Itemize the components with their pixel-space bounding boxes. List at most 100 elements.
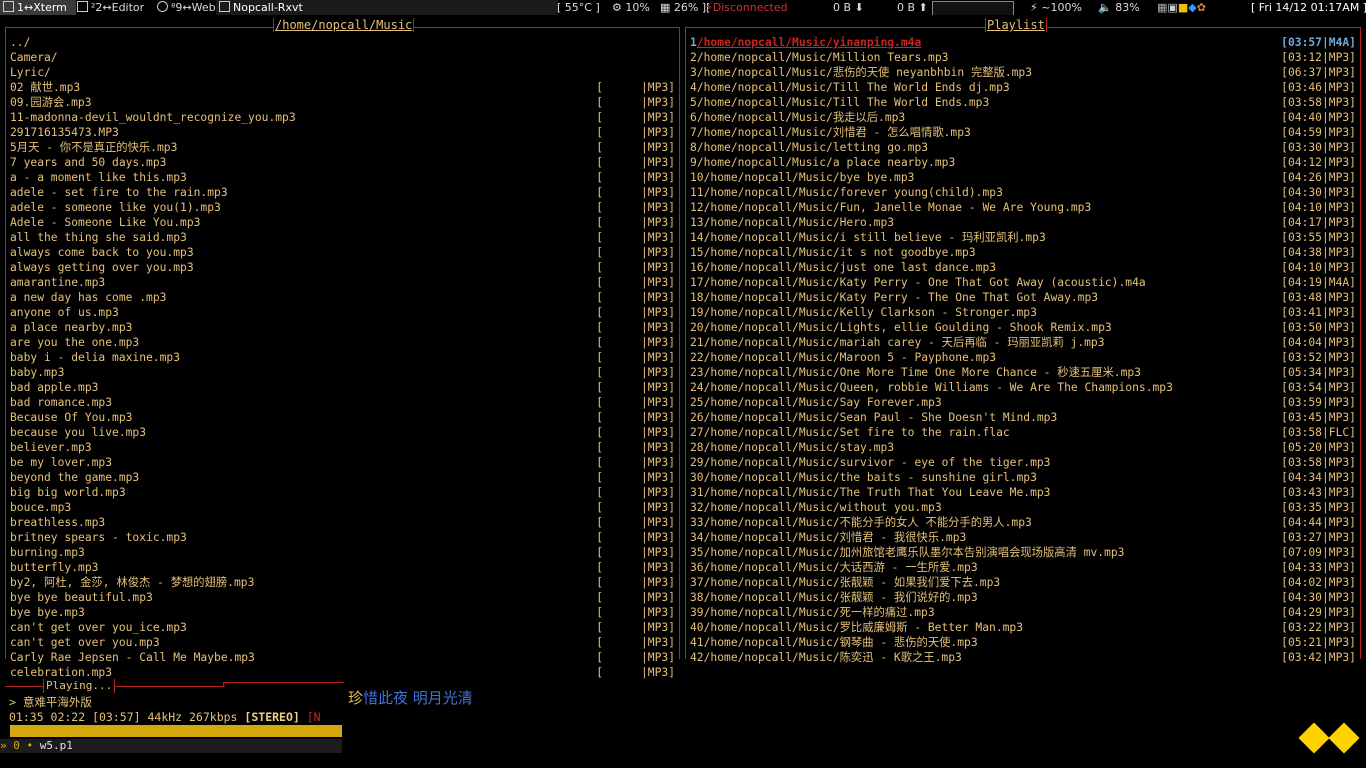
playlist-item[interactable]: 38 /home/nopcall/Music/张靓颖 - 我们说好的.mp3 [0… [690, 590, 1356, 605]
file-item[interactable]: adele - set fire to the rain.mp3 [|MP3] [10, 185, 675, 200]
file-item[interactable]: anyone of us.mp3 [|MP3] [10, 305, 675, 320]
file-item[interactable]: bye bye.mp3 [|MP3] [10, 605, 675, 620]
dir-item[interactable]: Lyric/ [10, 65, 675, 80]
file-item[interactable]: bad apple.mp3 [|MP3] [10, 380, 675, 395]
playlist-item[interactable]: 15 /home/nopcall/Music/it s not goodbye.… [690, 245, 1356, 260]
playlist-item[interactable]: 36 /home/nopcall/Music/大话西游 - 一生所爱.mp3 [0… [690, 560, 1356, 575]
file-item[interactable]: amarantine.mp3 [|MP3] [10, 275, 675, 290]
file-item[interactable]: can't get over you.mp3 [|MP3] [10, 635, 675, 650]
file-item[interactable]: bouce.mp3 [|MP3] [10, 500, 675, 515]
file-item[interactable]: 7 years and 50 days.mp3 [|MP3] [10, 155, 675, 170]
playlist-item[interactable]: 1 /home/nopcall/Music/yinanping.m4a [03:5… [690, 35, 1356, 50]
file-item[interactable]: 02 献世.mp3 [|MP3] [10, 80, 675, 95]
file-name: Carly Rae Jepsen - Call Me Maybe.mp3 [10, 651, 255, 664]
playlist-item[interactable]: 25 /home/nopcall/Music/Say Forever.mp3 [0… [690, 395, 1356, 410]
file-item[interactable]: believer.mp3 [|MP3] [10, 440, 675, 455]
file-item[interactable]: breathless.mp3 [|MP3] [10, 515, 675, 530]
tag-editor[interactable]: ²2↔Editor [74, 0, 156, 15]
playlist-item[interactable]: 29 /home/nopcall/Music/survivor - eye of… [690, 455, 1356, 470]
playlist-item[interactable]: 32 /home/nopcall/Music/without you.mp3 [0… [690, 500, 1356, 515]
file-name: all the thing she said.mp3 [10, 231, 187, 244]
file-name: by2, 阿杜, 金莎, 林俊杰 - 梦想的翅膀.mp3 [10, 576, 255, 589]
file-item[interactable]: a - a moment like this.mp3 [|MP3] [10, 170, 675, 185]
playlist-item[interactable]: 39 /home/nopcall/Music/死一样的痛过.mp3 [04:29|… [690, 605, 1356, 620]
file-item[interactable]: celebration.mp3 [|MP3] [10, 665, 675, 680]
playlist-item[interactable]: 28 /home/nopcall/Music/stay.mp3 [05:20|MP… [690, 440, 1356, 455]
playlist-item[interactable]: 40 /home/nopcall/Music/罗比威廉姆斯 - Better M… [690, 620, 1356, 635]
playlist-item[interactable]: 20 /home/nopcall/Music/Lights, ellie Gou… [690, 320, 1356, 335]
playlist-item[interactable]: 2 /home/nopcall/Music/Million Tears.mp3 [… [690, 50, 1356, 65]
playlist-item[interactable]: 23 /home/nopcall/Music/One More Time One… [690, 365, 1356, 380]
file-item[interactable]: 5月天 - 你不是真正的快乐.mp3 [|MP3] [10, 140, 675, 155]
tag-web[interactable]: ⁸9↔Web [154, 0, 218, 15]
file-item[interactable]: baby.mp3 [|MP3] [10, 365, 675, 380]
playlist-item[interactable]: 21 /home/nopcall/Music/mariah carey - 天后… [690, 335, 1356, 350]
volume[interactable]: 🔈 83% [1098, 0, 1140, 15]
file-item[interactable]: can't get over you_ice.mp3 [|MP3] [10, 620, 675, 635]
file-item[interactable]: always come back to you.mp3 [|MP3] [10, 245, 675, 260]
playlist-item[interactable]: 37 /home/nopcall/Music/张靓颖 - 如果我们爱下去.mp3… [690, 575, 1356, 590]
file-item[interactable]: bad romance.mp3 [|MP3] [10, 395, 675, 410]
track-number: 11 [690, 186, 704, 199]
tmux-window-name[interactable]: w5.p1 [40, 739, 73, 752]
file-item[interactable]: all the thing she said.mp3 [|MP3] [10, 230, 675, 245]
file-item[interactable]: by2, 阿杜, 金莎, 林俊杰 - 梦想的翅膀.mp3 [|MP3] [10, 575, 675, 590]
file-item[interactable]: bye bye beautiful.mp3 [|MP3] [10, 590, 675, 605]
playlist-item[interactable]: 5 /home/nopcall/Music/Till The World End… [690, 95, 1356, 110]
playlist-item[interactable]: 11 /home/nopcall/Music/forever young(chi… [690, 185, 1356, 200]
file-item[interactable]: 291716135473.MP3 [|MP3] [10, 125, 675, 140]
playlist-item[interactable]: 13 /home/nopcall/Music/Hero.mp3 [04:17|MP… [690, 215, 1356, 230]
file-item[interactable]: Carly Rae Jepsen - Call Me Maybe.mp3 [|MP… [10, 650, 675, 665]
file-item[interactable]: because you live.mp3 [|MP3] [10, 425, 675, 440]
file-item[interactable]: always getting over you.mp3 [|MP3] [10, 260, 675, 275]
playlist-item[interactable]: 31 /home/nopcall/Music/The Truth That Yo… [690, 485, 1356, 500]
playlist-item[interactable]: 9 /home/nopcall/Music/a place nearby.mp3… [690, 155, 1356, 170]
playlist-item[interactable]: 22 /home/nopcall/Music/Maroon 5 - Paypho… [690, 350, 1356, 365]
tag-xterm[interactable]: 1↔Xterm [0, 0, 76, 15]
window-title[interactable]: Nopcall-Rxvt [216, 0, 558, 15]
file-item[interactable]: be my lover.mp3 [|MP3] [10, 455, 675, 470]
playlist-item[interactable]: 42 /home/nopcall/Music/陈奕迅 - K歌之王.mp3 [03… [690, 650, 1356, 665]
playlist-item[interactable]: 19 /home/nopcall/Music/Kelly Clarkson - … [690, 305, 1356, 320]
playlist-item[interactable]: 33 /home/nopcall/Music/不能分手的女人 不能分手的男人.m… [690, 515, 1356, 530]
playlist-item[interactable]: 14 /home/nopcall/Music/i still believe -… [690, 230, 1356, 245]
file-item[interactable]: big big world.mp3 [|MP3] [10, 485, 675, 500]
diamond-icon [1298, 722, 1330, 754]
file-item[interactable]: 09.园游会.mp3 [|MP3] [10, 95, 675, 110]
playlist-item[interactable]: 10 /home/nopcall/Music/bye bye.mp3 [04:26… [690, 170, 1356, 185]
file-item[interactable]: a place nearby.mp3 [|MP3] [10, 320, 675, 335]
playlist-item[interactable]: 16 /home/nopcall/Music/just one last dan… [690, 260, 1356, 275]
playlist-item[interactable]: 18 /home/nopcall/Music/Katy Perry - The … [690, 290, 1356, 305]
file-item[interactable]: butterfly.mp3 [|MP3] [10, 560, 675, 575]
dir-item[interactable]: ../ [10, 35, 675, 50]
playlist-item[interactable]: 7 /home/nopcall/Music/刘惜君 - 怎么唱情歌.mp3 [04… [690, 125, 1356, 140]
file-item[interactable]: are you the one.mp3 [|MP3] [10, 335, 675, 350]
file-item[interactable]: britney spears - toxic.mp3 [|MP3] [10, 530, 675, 545]
playlist-item[interactable]: 30 /home/nopcall/Music/the baits - sunsh… [690, 470, 1356, 485]
file-item[interactable]: 11-madonna-devil_wouldnt_recognize_you.m… [10, 110, 675, 125]
file-item[interactable]: adele - someone like you(1).mp3 [|MP3] [10, 200, 675, 215]
playlist-item[interactable]: 17 /home/nopcall/Music/Katy Perry - One … [690, 275, 1356, 290]
playlist-item[interactable]: 27 /home/nopcall/Music/Set fire to the r… [690, 425, 1356, 440]
file-item[interactable]: a new day has come .mp3 [|MP3] [10, 290, 675, 305]
playlist-item[interactable]: 6 /home/nopcall/Music/我走以后.mp3 [04:40|MP3… [690, 110, 1356, 125]
file-item[interactable]: baby i - delia maxine.mp3 [|MP3] [10, 350, 675, 365]
file-item[interactable]: Adele - Someone Like You.mp3 [|MP3] [10, 215, 675, 230]
file-item[interactable]: Because Of You.mp3 [|MP3] [10, 410, 675, 425]
playlist-item[interactable]: 24 /home/nopcall/Music/Queen, robbie Wil… [690, 380, 1356, 395]
dir-item[interactable]: Camera/ [10, 50, 675, 65]
track-path: /home/nopcall/Music/The Truth That You L… [703, 486, 1051, 499]
file-item[interactable]: burning.mp3 [|MP3] [10, 545, 675, 560]
playlist-item[interactable]: 8 /home/nopcall/Music/letting go.mp3 [03:… [690, 140, 1356, 155]
tray-icons[interactable]: ▦▣■◆✿ [1157, 0, 1206, 15]
playlist-item[interactable]: 41 /home/nopcall/Music/钢琴曲 - 悲伤的天使.mp3 [0… [690, 635, 1356, 650]
file-bracket: [ [596, 591, 603, 604]
playlist-item[interactable]: 26 /home/nopcall/Music/Sean Paul - She D… [690, 410, 1356, 425]
progress-bar[interactable] [10, 725, 342, 737]
playlist-item[interactable]: 4 /home/nopcall/Music/Till The World End… [690, 80, 1356, 95]
playlist-item[interactable]: 34 /home/nopcall/Music/刘惜君 - 我很快乐.mp3 [03… [690, 530, 1356, 545]
playlist-item[interactable]: 35 /home/nopcall/Music/加州旅馆老鹰乐队墨尔本告别演唱会现… [690, 545, 1356, 560]
playlist-item[interactable]: 12 /home/nopcall/Music/Fun, Janelle Mona… [690, 200, 1356, 215]
playlist-item[interactable]: 3 /home/nopcall/Music/悲伤的天使 neyanbhbin 完… [690, 65, 1356, 80]
file-item[interactable]: beyond the game.mp3 [|MP3] [10, 470, 675, 485]
